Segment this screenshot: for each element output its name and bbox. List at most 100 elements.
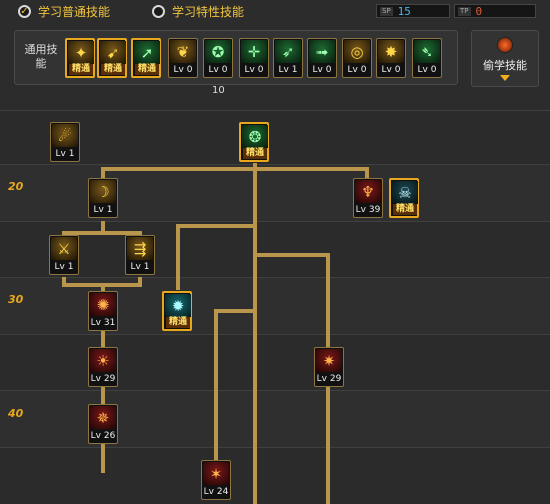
- level-marker-20: 20: [8, 180, 24, 193]
- common-skill-slot[interactable]: ❦ Lv 0: [168, 38, 198, 78]
- sp-points: SP 15: [376, 4, 450, 18]
- sp-tag: SP: [380, 6, 393, 16]
- tree-row: [0, 110, 550, 164]
- tree-row: [0, 334, 550, 390]
- skill-node[interactable]: ⚔ Lv 1: [49, 235, 79, 275]
- skill-level-label: Lv 24: [203, 487, 229, 497]
- skill-level-label: 精通: [166, 317, 190, 328]
- tree-row: [0, 164, 550, 221]
- tree-connector: [253, 163, 257, 504]
- common-skill-slot[interactable]: ➚ 精通: [131, 38, 161, 78]
- multi-arrow-icon: ⇶: [127, 237, 153, 260]
- skill-node[interactable]: ✷ Lv 29: [314, 347, 344, 387]
- skill-node[interactable]: ☀ Lv 29: [88, 347, 118, 387]
- common-skills-panel: 通用技能 ✦ 精通 ➹ 精通 ➚ 精通 ❦ Lv 0 ✪ Lv 0 ✛ Lv 0 ➶ Lv 1 ➟ Lv 0 ◎…: [14, 30, 458, 85]
- skull-icon: ☠: [392, 181, 418, 204]
- cyclone-icon: ✹: [165, 294, 191, 317]
- tree-connector: [365, 167, 369, 178]
- level-marker-40: 40: [8, 407, 24, 420]
- tp-points: TP 0: [454, 4, 536, 18]
- common-skill-slot[interactable]: ✦ 精通: [65, 38, 95, 78]
- tab-normal-skills-label: 学习普通技能: [38, 4, 111, 19]
- skill-level-label: Lv 0: [381, 65, 401, 75]
- swirl-icon: ✺: [90, 293, 116, 316]
- common-skill-count: 10: [212, 85, 225, 96]
- skill-level-label: 精通: [69, 64, 93, 75]
- tab-normal-skills[interactable]: ✓ 学习普通技能: [18, 2, 110, 20]
- skill-level-label: Lv 1: [54, 262, 74, 272]
- skill-node[interactable]: ☠ 精通: [389, 178, 419, 218]
- skill-level-label: 精通: [135, 64, 159, 75]
- common-skill-slot[interactable]: ➶ Lv 1: [273, 38, 303, 78]
- tree-connector: [253, 253, 330, 257]
- check-icon: ✓: [18, 4, 31, 18]
- skill-level-label: Lv 1: [55, 149, 75, 159]
- common-skill-slot[interactable]: ✛ Lv 0: [239, 38, 269, 78]
- tab-trait-skills[interactable]: 学习特性技能: [152, 2, 244, 20]
- wings-icon: ❦: [170, 40, 196, 63]
- skill-tree: 20 30 40 ☄ Lv 1 ❂ 精通 ☽ Lv 1 ♆ Lv 39 ☠ 精通 ⚔ Lv 1 ⇶ Lv …: [0, 110, 550, 504]
- dash-icon: ➟: [309, 40, 335, 63]
- scroll-icon: ✦: [68, 41, 94, 64]
- skill-level-label: Lv 31: [90, 318, 116, 328]
- strike-icon: ➴: [414, 40, 440, 63]
- skill-node[interactable]: ⇶ Lv 1: [125, 235, 155, 275]
- skill-level-label: 精通: [243, 148, 267, 159]
- skill-node[interactable]: ✹ 精通: [162, 291, 192, 331]
- steal-icon: [497, 37, 513, 53]
- common-skill-slot[interactable]: ◎ Lv 0: [342, 38, 372, 78]
- ring-icon: ◎: [344, 40, 370, 63]
- sp-value: 15: [397, 4, 411, 18]
- common-skill-slot[interactable]: ✸ Lv 0: [376, 38, 406, 78]
- skill-node[interactable]: ☽ Lv 1: [88, 178, 118, 218]
- tree-connector: [176, 224, 256, 228]
- skill-level-label: Lv 0: [208, 65, 228, 75]
- skill-node[interactable]: ♆ Lv 39: [353, 178, 383, 218]
- chevron-down-icon[interactable]: [500, 75, 510, 81]
- radio-empty-icon: [152, 4, 165, 18]
- skill-level-label: Lv 39: [355, 205, 381, 215]
- common-skills-label: 通用技能: [24, 43, 58, 70]
- tree-connector: [101, 167, 369, 171]
- slash-icon: ☄: [52, 124, 78, 147]
- tree-connector: [214, 309, 218, 462]
- skill-node[interactable]: ☄ Lv 1: [50, 122, 80, 162]
- explosion-icon: ✷: [316, 349, 342, 372]
- kick-icon: ➹: [100, 41, 126, 64]
- dragon-icon: ✵: [90, 406, 116, 429]
- skill-level-label: 精通: [101, 64, 125, 75]
- steal-skill-button[interactable]: 偷学技能: [471, 30, 539, 87]
- skill-level-label: 精通: [393, 204, 417, 215]
- burst-icon: ✸: [378, 40, 404, 63]
- level-marker-30: 30: [8, 293, 24, 306]
- tree-connector: [326, 253, 330, 347]
- spear-icon: ♆: [355, 180, 381, 203]
- tree-connector: [176, 224, 180, 290]
- tp-tag: TP: [458, 6, 471, 16]
- common-skill-slot[interactable]: ✪ Lv 0: [203, 38, 233, 78]
- skill-level-label: Lv 0: [312, 65, 332, 75]
- skill-node[interactable]: ✵ Lv 26: [88, 404, 118, 444]
- skill-node[interactable]: ✶ Lv 24: [201, 460, 231, 500]
- fire-slash-icon: ☀: [90, 349, 116, 372]
- skill-node[interactable]: ✺ Lv 31: [88, 291, 118, 331]
- skill-node[interactable]: ❂ 精通: [239, 122, 269, 162]
- skill-level-label: Lv 29: [316, 374, 342, 384]
- tree-connector: [214, 309, 256, 313]
- common-skill-slot[interactable]: ➹ 精通: [97, 38, 127, 78]
- skill-level-label: Lv 0: [347, 65, 367, 75]
- top-panel: ✓ 学习普通技能 学习特性技能 SP 15 TP 0 通用技能 ✦ 精通 ➹ 精通 ➚ 精…: [0, 0, 550, 110]
- tab-trait-skills-label: 学习特性技能: [172, 4, 245, 19]
- crosshair-icon: ✛: [241, 40, 267, 63]
- common-skill-slot[interactable]: ➴ Lv 0: [412, 38, 442, 78]
- common-skill-slot[interactable]: ➟ Lv 0: [307, 38, 337, 78]
- blade-icon: ⚔: [51, 237, 77, 260]
- target-icon: ✪: [205, 40, 231, 63]
- skill-level-label: Lv 1: [278, 65, 298, 75]
- tp-value: 0: [475, 4, 483, 18]
- skill-level-label: Lv 0: [173, 65, 193, 75]
- skill-level-label: Lv 1: [130, 262, 150, 272]
- skill-level-label: Lv 29: [90, 374, 116, 384]
- skill-level-label: Lv 0: [417, 65, 437, 75]
- leap-icon: ➶: [275, 40, 301, 63]
